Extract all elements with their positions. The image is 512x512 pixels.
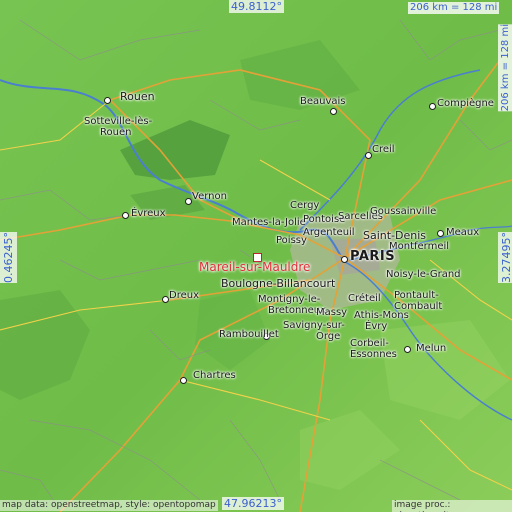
latitude-top-readout: 49.8112° [229,0,284,13]
place-label-pontault: Pontault- [394,290,439,301]
city-marker-chartres[interactable] [180,377,187,384]
place-label-montfermeil: Montfermeil [389,241,450,252]
place-label-corbeil-2: Essonnes [350,349,397,360]
image-credit: image proc.: elevation.city [392,500,512,512]
place-label-paris: PARIS [350,249,396,264]
place-label-goussainville: Goussainville [370,206,437,217]
place-label-beauvais: Beauvais [300,96,346,107]
place-label-savigny-2: Orge [316,331,341,342]
city-marker-creil[interactable] [365,152,372,159]
place-label-massy: Massy [316,307,348,318]
place-label-sotteville: Sotteville-lès- [84,116,153,127]
place-label-creteil: Créteil [348,293,381,304]
scale-horizontal: 206 km = 128 mi [408,2,500,14]
latitude-bottom-readout: 47.96213° [222,497,284,510]
place-label-melun: Melun [416,343,447,354]
place-label-creil: Creil [372,144,395,155]
place-label-mantes: Mantes-la-Jolie [232,217,306,228]
place-label-saint-denis: Saint-Denis [363,229,427,242]
longitude-left-readout: 0.46245° [0,232,17,283]
city-marker-evreux[interactable] [122,212,129,219]
longitude-right-readout: 3.27495° [498,232,512,283]
place-label-boulogne: Boulogne-Billancourt [221,277,336,290]
place-label-sotteville-2: Rouen [100,127,132,138]
place-label-corbeil: Corbeil- [350,338,389,349]
place-label-chartres: Chartres [193,370,236,381]
city-marker-rouen[interactable] [104,97,111,104]
target-place-label: Mareil-sur-Mauldre [199,260,311,274]
map-credit: map data: openstreetmap, style: opentopo… [0,500,218,511]
topographic-map[interactable]: Rouen Sotteville-lès- Rouen Beauvais Com… [0,0,512,512]
city-marker-melun[interactable] [404,346,411,353]
city-marker-meaux[interactable] [437,230,444,237]
place-label-montigny: Montigny-le- [258,294,321,305]
place-label-meaux: Meaux [446,227,480,238]
place-label-evry: Évry [365,321,388,332]
place-label-cergy: Cergy [290,200,320,211]
city-marker-beauvais[interactable] [330,108,337,115]
place-label-rambouillet: Rambouillet [219,329,279,340]
place-label-compiegne: Compiègne [437,98,494,109]
city-marker-dreux[interactable] [162,296,169,303]
place-label-rouen: Rouen [120,90,155,103]
place-label-evreux: Évreux [131,208,166,219]
scale-vertical: 206 km = 128 mi [498,24,512,112]
place-label-vernon: Vernon [192,191,227,202]
place-label-poissy: Poissy [276,235,307,246]
place-label-noisy: Noisy-le-Grand [386,269,461,280]
city-marker-paris[interactable] [341,256,348,263]
place-label-savigny: Savigny-sur- [283,320,345,331]
place-label-argenteuil: Argenteuil [303,227,355,238]
city-marker-vernon[interactable] [185,198,192,205]
place-label-dreux: Dreux [169,290,199,301]
place-label-athis: Athis-Mons [354,310,409,321]
city-marker-compiegne[interactable] [429,103,436,110]
